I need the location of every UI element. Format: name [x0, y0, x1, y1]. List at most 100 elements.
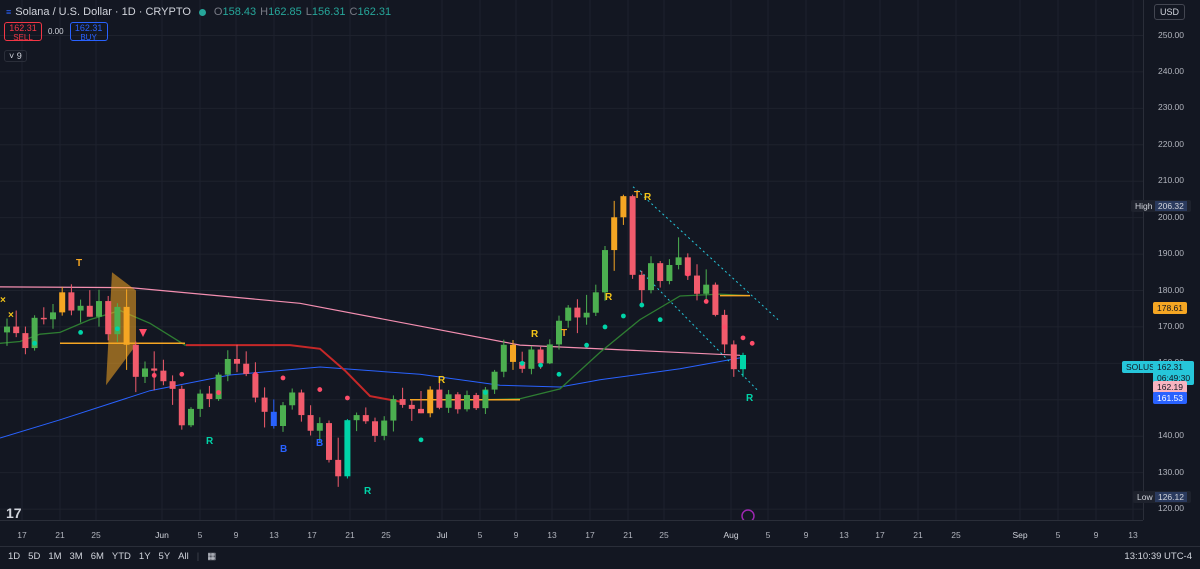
candle-body	[96, 301, 102, 317]
candle-body	[583, 312, 590, 318]
candle-body	[132, 344, 139, 377]
signal-dot	[78, 329, 83, 335]
candle-body	[427, 389, 434, 414]
candle-body	[445, 394, 452, 408]
tradingview-logo: 17	[6, 505, 22, 521]
time-tick-label: Jul	[436, 530, 448, 540]
candle-body	[703, 284, 710, 294]
range-5y-button[interactable]: 5Y	[159, 551, 171, 562]
candle-body	[592, 292, 599, 313]
candle-body	[234, 358, 240, 364]
time-tick-label: 25	[951, 530, 961, 540]
candle-body	[629, 196, 636, 275]
candle-body	[86, 305, 93, 317]
time-tick-label: 13	[269, 530, 279, 540]
candle-body	[169, 381, 176, 389]
signal-dot	[345, 395, 350, 401]
candle-body	[602, 250, 608, 293]
high-tag: High 206.32	[1131, 200, 1191, 212]
candle-body	[464, 395, 470, 410]
sell-button[interactable]: 162.31 SELL	[4, 22, 42, 42]
range-6m-button[interactable]: 6M	[91, 551, 104, 562]
candle-body	[123, 306, 130, 345]
level-tag: 178.61	[1153, 302, 1187, 314]
range-3m-button[interactable]: 3M	[70, 551, 83, 562]
signal-dot	[722, 324, 727, 330]
candle-body	[648, 263, 654, 291]
signal-marker-r: R	[644, 192, 652, 203]
signal-marker-x: ×	[8, 310, 14, 321]
blue-ma-tag: 161.53	[1153, 392, 1187, 404]
price-tick-label: 140.00	[1158, 430, 1184, 441]
clock[interactable]: 13:10:39 UTC-4	[1124, 551, 1192, 562]
candle-body	[500, 344, 507, 372]
candle-body	[160, 370, 167, 382]
price-tick-label: 240.00	[1158, 65, 1184, 76]
currency-select[interactable]: USD	[1154, 4, 1186, 20]
candle-body	[298, 392, 305, 416]
signal-dot	[538, 362, 543, 368]
time-tick-label: 9	[1093, 530, 1099, 540]
candle-body	[197, 393, 204, 409]
low-value: 156.31	[311, 6, 346, 18]
signal-marker-b: B	[280, 444, 287, 455]
signal-dot	[657, 317, 663, 323]
candle-body	[50, 312, 56, 320]
signal-dot	[602, 324, 608, 330]
candle-body	[188, 408, 194, 426]
signal-marker-r: R	[206, 436, 214, 447]
signal-marker-r: R	[746, 393, 754, 404]
time-tick-label: 13	[547, 530, 557, 540]
candle-body	[454, 394, 461, 410]
candle-body	[381, 420, 388, 436]
candle-body	[408, 404, 415, 409]
range-all-button[interactable]: All	[178, 551, 189, 562]
time-tick-label: 17	[875, 530, 885, 540]
signal-dot	[519, 360, 525, 366]
range-ytd-button[interactable]: YTD	[112, 551, 131, 562]
candle-body	[316, 423, 323, 431]
range-1d-button[interactable]: 1D	[8, 551, 20, 562]
close-value: 162.31	[357, 6, 392, 18]
candle-body	[611, 217, 618, 251]
signal-dot	[740, 335, 746, 341]
range-5d-button[interactable]: 5D	[28, 551, 40, 562]
candle-body	[362, 415, 369, 422]
time-tick-label: 25	[659, 530, 669, 540]
time-tick-label: Aug	[723, 530, 739, 540]
time-tick-label: 5	[197, 530, 203, 540]
time-tick-label: 5	[765, 530, 771, 540]
symbol-title[interactable]: Solana / U.S. Dollar · 1D · CRYPTO	[15, 6, 191, 18]
candle-body	[326, 423, 332, 460]
time-axis[interactable]	[0, 520, 1143, 546]
signal-dot	[685, 271, 691, 277]
candle-body	[215, 374, 222, 400]
signal-dot	[253, 371, 258, 377]
low-tag: Low 126.12	[1133, 491, 1191, 503]
buy-button[interactable]: 162.31 BUY	[69, 22, 108, 42]
candle-body	[740, 354, 746, 370]
price-chart[interactable]: T R B B R R R T R T R R × ×	[0, 0, 1143, 523]
signal-dot	[280, 375, 286, 381]
time-tick-label: 5	[1055, 530, 1061, 540]
candle-body	[694, 275, 700, 294]
range-1m-button[interactable]: 1M	[48, 551, 61, 562]
signal-dot	[703, 299, 709, 304]
indicators-toggle-button[interactable]: ˅ 9	[4, 50, 27, 62]
candle-body	[206, 393, 213, 400]
candle-body	[491, 371, 498, 390]
signal-marker-b: B	[316, 438, 323, 449]
signal-dot	[115, 326, 120, 332]
range-1y-button[interactable]: 1Y	[139, 551, 151, 562]
date-range-calendar-icon[interactable]: ▦	[207, 551, 216, 562]
candlestick-chart[interactable]: TRBBRRR TRT RR××	[0, 0, 1143, 523]
price-scale[interactable]	[1143, 0, 1200, 520]
signal-dot	[151, 372, 157, 378]
signal-marker-r: R	[438, 375, 446, 386]
price-tick-label: 210.00	[1158, 175, 1184, 186]
price-tick-label: 120.00	[1158, 503, 1184, 514]
high-value: 162.85	[268, 6, 302, 18]
candle-body	[390, 399, 397, 421]
candle-body	[243, 363, 250, 374]
time-tick-label: 25	[91, 530, 101, 540]
